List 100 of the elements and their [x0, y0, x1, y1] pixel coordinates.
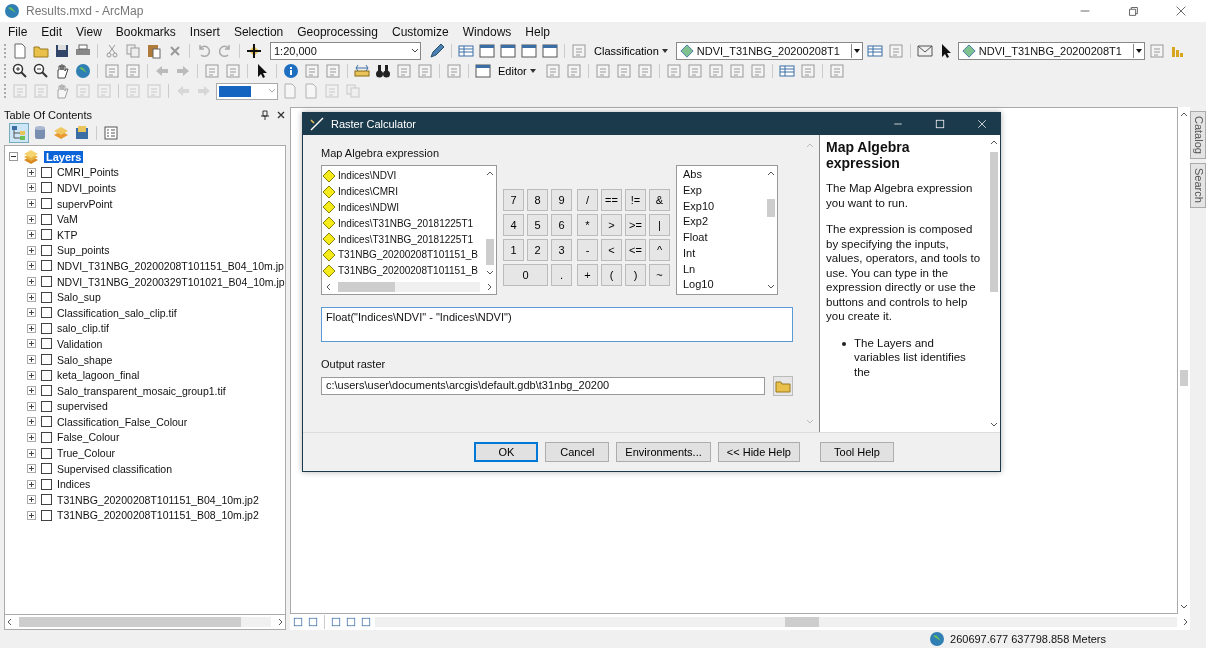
dialog-button[interactable]: OK — [474, 442, 539, 462]
functions-list[interactable]: Abs Exp Exp10 Exp2 Float Int Ln Log10 — [676, 165, 778, 295]
layer-name[interactable]: T31NBG_20200208T101151_B04_10m.jp2 — [57, 493, 259, 506]
menu-item[interactable]: Bookmarks — [115, 24, 176, 39]
classification-menu[interactable]: Classification — [591, 45, 673, 57]
expression-field[interactable]: Float("Indices\NDVI" - "Indices\NDVI") — [321, 307, 793, 342]
layer-item[interactable]: T31NBG_20200208T101151_B — [338, 249, 478, 261]
layer-dropdown[interactable]: NDVI_T31NBG_20200208T1 — [675, 42, 863, 60]
function-item[interactable]: Float — [683, 231, 765, 247]
menu-item[interactable]: Insert — [189, 24, 220, 39]
expand-icon[interactable] — [27, 308, 36, 318]
checkbox[interactable] — [41, 229, 52, 241]
table-icon[interactable] — [457, 42, 475, 60]
keypad-button[interactable]: 0 — [503, 264, 548, 286]
keypad-button[interactable]: 6 — [551, 214, 572, 236]
checkbox[interactable] — [41, 291, 52, 303]
layer-name[interactable]: Classification_salo_clip.tif — [57, 306, 177, 319]
layer-name[interactable]: Salo_transparent_mosaic_group1.tif — [57, 384, 226, 397]
layer-item[interactable]: Indices\T31NBG_20181225T1 — [338, 233, 474, 245]
clipboard-icon[interactable] — [145, 42, 163, 60]
expand-icon[interactable] — [27, 433, 36, 442]
dialog-button[interactable]: << Hide Help — [717, 442, 800, 462]
layer-name[interactable]: supervised — [57, 400, 108, 413]
expand-icon[interactable] — [27, 464, 36, 474]
layer-name[interactable]: keta_lagoon_final — [57, 369, 140, 382]
operator-button[interactable]: / — [577, 189, 598, 211]
layer-name[interactable]: True_Colour — [57, 447, 115, 460]
scale-dropdown[interactable]: 1:20,000 — [270, 42, 421, 60]
operator-button[interactable]: == — [601, 189, 622, 211]
keypad-button[interactable]: 1 — [503, 239, 524, 261]
function-item[interactable]: Exp10 — [683, 199, 765, 216]
layer-name[interactable]: Sup_points — [57, 244, 110, 257]
expand-icon[interactable] — [27, 510, 36, 520]
checkbox[interactable] — [41, 416, 52, 428]
tool-icon[interactable] — [345, 616, 357, 628]
checkbox[interactable] — [41, 447, 52, 459]
operator-button[interactable]: <= — [625, 239, 646, 261]
expand-icon[interactable] — [27, 386, 36, 396]
dialog-button[interactable]: Cancel — [545, 442, 610, 462]
expand-icon[interactable] — [27, 183, 36, 193]
operator-button[interactable]: - — [577, 239, 598, 261]
globe-icon[interactable] — [74, 62, 92, 80]
editor-menu[interactable]: Editor — [495, 65, 541, 77]
operator-button[interactable]: > — [601, 214, 622, 236]
keypad-button[interactable]: 4 — [503, 214, 524, 236]
close-icon[interactable] — [276, 110, 286, 120]
menu-item[interactable]: Selection — [233, 24, 284, 39]
layer-name[interactable]: Validation — [57, 337, 103, 350]
scroll-thumb[interactable] — [990, 152, 998, 292]
function-item[interactable]: Exp — [683, 183, 765, 200]
checkbox[interactable] — [41, 166, 52, 178]
expand-icon[interactable] — [27, 214, 36, 224]
window-icon[interactable] — [541, 42, 559, 60]
operator-button[interactable]: ) — [625, 264, 646, 286]
layer-item[interactable]: Indices\NDVI — [338, 170, 397, 182]
checkbox[interactable] — [41, 385, 52, 397]
expand-icon[interactable] — [27, 401, 36, 411]
pencil-icon[interactable] — [428, 42, 446, 60]
tool-icon[interactable] — [73, 124, 91, 142]
layer-name[interactable]: supervPoint — [57, 197, 113, 210]
menu-item[interactable]: Windows — [462, 24, 512, 39]
info-icon[interactable] — [282, 62, 300, 80]
expand-icon[interactable] — [27, 277, 36, 287]
envelope-icon[interactable] — [915, 42, 934, 60]
checkbox[interactable] — [41, 494, 52, 506]
expand-icon[interactable] — [27, 261, 36, 271]
checkbox[interactable] — [41, 338, 52, 350]
checkbox[interactable] — [41, 182, 52, 194]
expand-icon[interactable] — [27, 292, 36, 302]
layer-item[interactable]: Indices\NDWI — [338, 202, 400, 213]
menu-item[interactable]: Edit — [41, 24, 63, 39]
window-icon[interactable] — [499, 42, 517, 60]
menu-item[interactable]: Geoprocessing — [297, 24, 378, 39]
close-icon[interactable] — [1174, 4, 1188, 18]
expand-icon[interactable] — [27, 323, 36, 333]
maximize-icon[interactable] — [934, 118, 946, 130]
keypad-button[interactable]: 7 — [503, 189, 524, 211]
checkbox[interactable] — [41, 322, 52, 334]
layer-item[interactable]: Indices\T31NBG_20181225T1 — [338, 217, 474, 229]
layer-name[interactable]: Salo_shape — [57, 353, 113, 366]
keypad-button[interactable]: . — [551, 264, 572, 286]
checkbox[interactable] — [41, 244, 52, 256]
checkbox[interactable] — [41, 478, 52, 490]
table-icon[interactable] — [777, 62, 796, 80]
layer-name[interactable]: Classification_False_Colour — [57, 415, 188, 428]
expand-icon[interactable] — [27, 199, 36, 209]
layer-name[interactable]: NDVI_T31NBG_20200208T101151_B04_10m.jp — [57, 259, 284, 272]
layer-name[interactable]: CMRI_Points — [57, 166, 119, 179]
zoom-field[interactable] — [216, 82, 278, 100]
keypad-button[interactable]: 3 — [551, 239, 572, 261]
function-item[interactable]: Abs — [683, 168, 765, 184]
operator-button[interactable]: ~ — [649, 264, 670, 286]
layer-item[interactable]: Indices\CMRI — [338, 186, 398, 198]
scroll-thumb[interactable] — [767, 199, 775, 217]
tree-icon[interactable] — [10, 124, 28, 142]
layer-name[interactable]: Supervised classification — [57, 462, 172, 475]
function-item[interactable]: Ln — [683, 262, 765, 279]
page-icon[interactable] — [307, 616, 319, 628]
page-icon[interactable] — [292, 616, 304, 628]
expand-icon[interactable] — [27, 245, 36, 255]
